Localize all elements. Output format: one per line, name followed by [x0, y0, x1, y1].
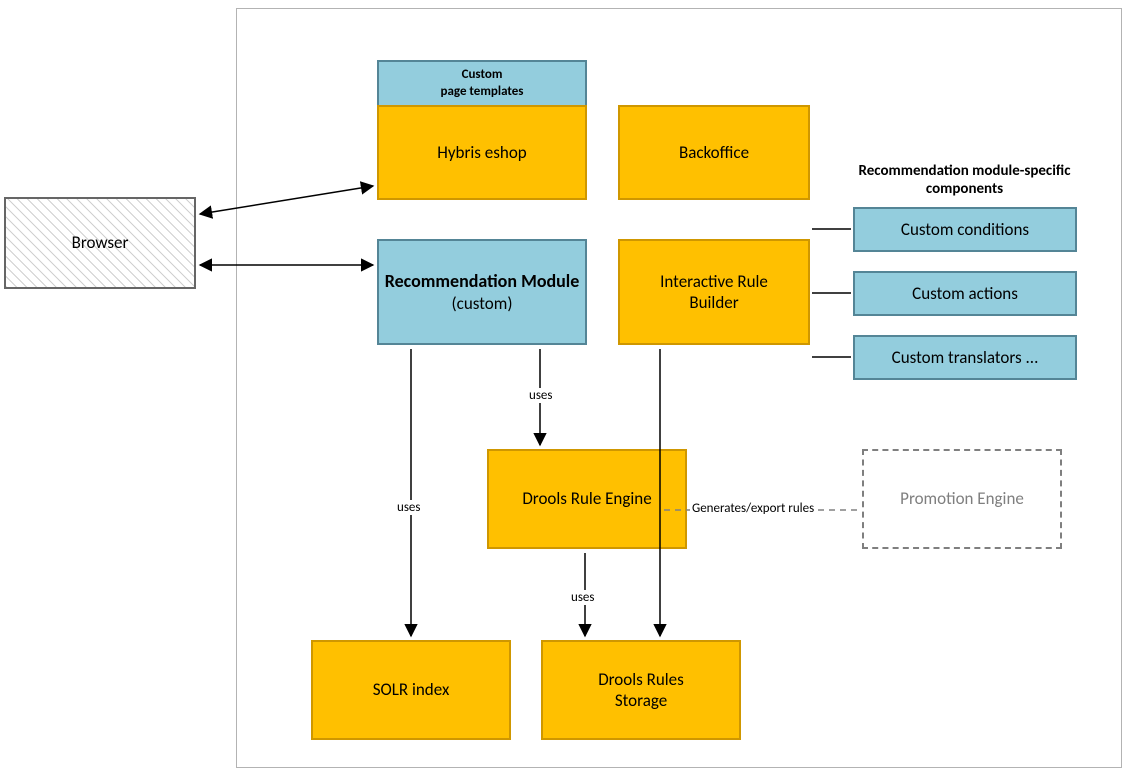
uses-text-3: uses — [571, 590, 594, 605]
custom-translators-label: Custom translators ... — [892, 347, 1039, 368]
uses-text-1: uses — [397, 500, 420, 515]
reco-title: Recommendation Module — [385, 270, 580, 293]
custom-actions-label: Custom actions — [912, 283, 1018, 304]
generates-label: Generates/export rules — [690, 501, 816, 516]
reco-components-label: Recommendation module-specific component… — [842, 162, 1087, 198]
drools-storage-l1: Drools Rules — [598, 669, 684, 690]
custom-templates-l2: page templates — [441, 84, 524, 100]
browser-box: Browser — [4, 197, 196, 289]
custom-translators-box: Custom translators ... — [853, 335, 1077, 380]
uses-label-1: uses — [395, 500, 422, 515]
uses-label-3: uses — [569, 590, 596, 605]
recommendation-module-box: Recommendation Module (custom) — [377, 239, 587, 345]
rule-builder-box: Interactive Rule Builder — [618, 239, 810, 345]
custom-actions-box: Custom actions — [853, 271, 1077, 316]
drools-storage-l2: Storage — [615, 690, 667, 711]
hybris-eshop-label: Hybris eshop — [437, 142, 526, 163]
backoffice-label: Backoffice — [679, 142, 749, 163]
browser-label: Browser — [72, 232, 129, 253]
backoffice-box: Backoffice — [618, 105, 810, 200]
rule-builder-l2: Builder — [689, 292, 738, 313]
custom-templates-header: Custom page templates — [377, 60, 587, 105]
custom-conditions-label: Custom conditions — [901, 219, 1029, 240]
generates-text: Generates/export rules — [692, 501, 814, 516]
reco-components-text: Recommendation module-specific component… — [859, 162, 1071, 198]
hybris-eshop-box: Hybris eshop — [377, 105, 587, 200]
rule-builder-l1: Interactive Rule — [660, 271, 768, 292]
drools-storage-box: Drools Rules Storage — [541, 640, 741, 740]
custom-conditions-box: Custom conditions — [853, 207, 1077, 252]
reco-sub: (custom) — [452, 293, 513, 314]
uses-text-2: uses — [529, 388, 552, 403]
solr-box: SOLR index — [311, 640, 511, 740]
custom-templates-l1: Custom — [462, 67, 503, 83]
promotion-engine-label: Promotion Engine — [900, 488, 1024, 509]
drools-engine-label: Drools Rule Engine — [522, 488, 651, 509]
solr-label: SOLR index — [373, 679, 450, 700]
uses-label-2: uses — [527, 388, 554, 403]
drools-engine-box: Drools Rule Engine — [487, 449, 687, 549]
promotion-engine-box: Promotion Engine — [862, 449, 1062, 549]
